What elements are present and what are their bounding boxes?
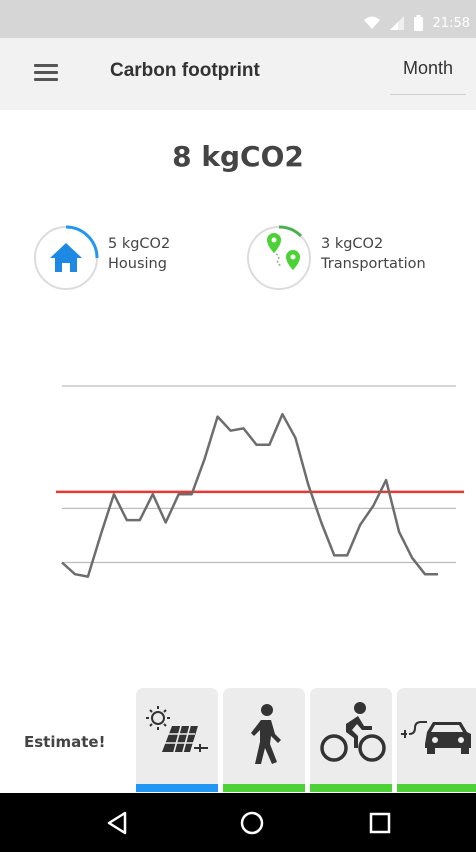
transportation-name: Transportation — [321, 256, 426, 272]
housing-progress-ring — [34, 225, 99, 290]
wifi-icon — [363, 16, 380, 29]
bicycle-indicator-bar — [310, 784, 392, 792]
app-title: Carbon footprint — [110, 60, 260, 81]
back-button[interactable] — [78, 793, 158, 852]
walking-indicator-bar — [223, 784, 305, 792]
recents-button[interactable] — [340, 793, 420, 852]
estimate-solar-button[interactable] — [136, 688, 218, 792]
transportation-label: 3 kgCO2 Transportation — [321, 234, 426, 274]
estimate-bicycle-button[interactable] — [310, 688, 392, 792]
transportation-value: 3 kgCO2 — [321, 236, 384, 252]
solar-panel-icon — [146, 706, 208, 753]
chart-series-line — [61, 412, 438, 578]
back-icon — [107, 811, 127, 835]
app-bar: Carbon footprint Month — [0, 38, 476, 110]
menu-icon[interactable] — [34, 64, 58, 82]
transportation-progress-ring — [247, 225, 311, 290]
estimate-walking-button[interactable] — [223, 688, 305, 792]
bicycle-icon — [320, 702, 386, 762]
category-transportation[interactable]: 3 kgCO2 Transportation — [245, 224, 465, 294]
status-bar: 21:58 — [0, 0, 476, 38]
period-selector[interactable]: Month — [390, 58, 466, 95]
total-footprint: 8 kgCO2 — [172, 140, 304, 173]
battery-icon — [413, 15, 423, 31]
signal-icon — [389, 16, 404, 30]
footprint-chart — [56, 385, 464, 578]
system-nav-bar — [0, 793, 476, 852]
home-button[interactable] — [212, 793, 292, 852]
category-housing[interactable]: 5 kgCO2 Housing — [32, 224, 202, 294]
solar-indicator-bar — [136, 784, 218, 792]
home-icon — [240, 811, 264, 835]
status-icons: 21:58 — [363, 14, 470, 32]
estimate-electric-car-button[interactable] — [397, 688, 476, 792]
housing-value: 5 kgCO2 — [108, 236, 171, 252]
status-time: 21:58 — [432, 15, 470, 31]
electric-car-icon — [401, 721, 471, 754]
housing-name: Housing — [108, 256, 167, 272]
estimate-label: Estimate! — [24, 733, 106, 751]
recents-icon — [369, 812, 391, 834]
housing-label: 5 kgCO2 Housing — [108, 234, 170, 274]
electric-car-indicator-bar — [397, 784, 476, 792]
walking-icon — [251, 704, 281, 764]
